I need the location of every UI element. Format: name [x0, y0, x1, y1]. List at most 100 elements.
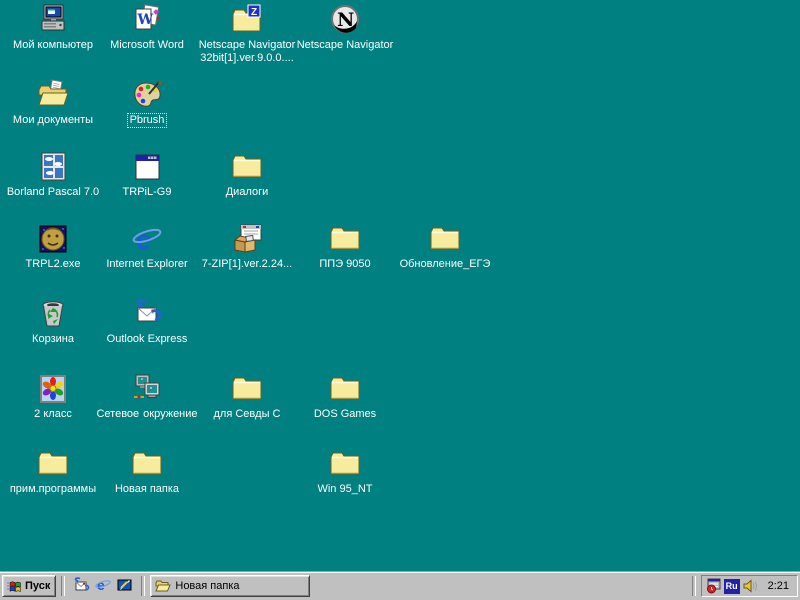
icon-label-line: TRPiL-G9 — [122, 186, 172, 198]
icon-label: Netscape Navigator — [290, 39, 400, 52]
language-indicator[interactable]: Ru — [723, 578, 740, 594]
icon-label-line: Обновление_ЕГЭ — [399, 258, 491, 270]
icon-label-line: Мой компьютер — [12, 39, 94, 51]
desktop-icon-win95-nt[interactable]: Win 95_NT — [290, 448, 400, 496]
icon-label-line: Microsoft Word — [110, 39, 184, 51]
icon-label-line: 7-ZIP[1].ver.2.24... — [201, 258, 293, 270]
folder-icon — [329, 373, 361, 405]
show-desktop-button[interactable] — [114, 575, 136, 597]
folder-docs-icon — [37, 79, 69, 111]
desktop-icon-microsoft-word[interactable]: W Microsoft Word — [92, 4, 202, 52]
icon-label-line: 32bit[1].ver.9.0.0.... — [200, 52, 294, 64]
folder-icon — [37, 448, 69, 480]
icon-label-line: Win 95_NT — [317, 483, 373, 495]
app-window-icon — [131, 151, 163, 183]
computer-icon — [37, 4, 69, 36]
folder-icon — [231, 151, 263, 183]
desktop-icon-dlya-sevdy[interactable]: для Севды С — [192, 373, 302, 421]
icon-label: Internet Explorer — [92, 258, 202, 271]
folder-icon — [231, 373, 263, 405]
icon-label-line: Диалоги — [225, 186, 269, 198]
icon-label-line: Outlook Express — [106, 333, 188, 345]
icon-label: Диалоги — [192, 186, 302, 199]
icon-label-line: Pbrush — [126, 113, 168, 128]
desktop-icon-internet-explorer[interactable]: e Internet Explorer — [92, 223, 202, 271]
shortcut-arrow-icon — [37, 394, 48, 405]
shortcut-arrow-icon — [329, 25, 340, 36]
taskbar-separator — [691, 576, 696, 596]
desktop-icon-obnovlenie-ege[interactable]: Обновление_ЕГЭ — [390, 223, 500, 271]
recycle-icon — [37, 298, 69, 330]
taskbar-separator — [61, 576, 66, 596]
desktop-icon-netscape-folder[interactable]: Z Netscape Navigator32bit[1].ver.9.0.0...… — [192, 4, 302, 65]
trpl-icon — [37, 223, 69, 255]
task-scheduler-icon[interactable] — [706, 578, 722, 594]
icon-label: для Севды С — [192, 408, 302, 421]
outlook-icon — [131, 298, 163, 330]
icon-label-line: окружение — [143, 408, 198, 420]
task-button-novaya-papka[interactable]: Новая папка — [150, 575, 311, 597]
icon-label-line: для Севды С — [213, 408, 281, 420]
flower-icon — [37, 373, 69, 405]
ql-desktop-icon — [117, 577, 133, 596]
open-folder-icon — [155, 578, 172, 594]
icon-label-line: Netscape Navigator — [198, 39, 296, 51]
icon-label-line: Новая папка — [114, 483, 180, 495]
desktop-icon-pbrush[interactable]: Pbrush — [92, 79, 202, 128]
launch-internet-explorer-button[interactable]: e — [92, 575, 114, 597]
launch-outlook-express-button[interactable] — [70, 575, 92, 597]
icon-label-line: Сетевое — [96, 408, 140, 420]
desktop-icon-dialogi[interactable]: Диалоги — [192, 151, 302, 199]
folder-icon — [329, 448, 361, 480]
icon-label-line: Netscape Navigator — [296, 39, 394, 51]
volume-icon[interactable] — [742, 578, 758, 594]
desktop-icon-outlook-express[interactable]: Outlook Express — [92, 298, 202, 346]
word-icon: W — [131, 4, 163, 36]
icon-label: Обновление_ЕГЭ — [390, 258, 500, 271]
icon-label-line: ППЭ 9050 — [319, 258, 371, 270]
desktop-icon-seven-zip[interactable]: 7-ZIP[1].ver.2.24... — [192, 223, 302, 271]
shortcut-arrow-icon — [37, 244, 48, 255]
taskbar: Пуск e Новая папка Ru 2:21 — [0, 572, 800, 600]
icon-label-line: Borland Pascal 7.0 — [6, 186, 100, 198]
desktop-icon-novaya-papka[interactable]: Новая папка — [92, 448, 202, 496]
icon-label: Новая папка — [92, 483, 202, 496]
icon-label: Pbrush — [92, 113, 202, 128]
start-button-label: Пуск — [25, 580, 51, 592]
icon-label: Сетевое окружение — [92, 408, 202, 421]
icon-label: ППЭ 9050 — [290, 258, 400, 271]
svg-text:e: e — [97, 577, 105, 593]
icon-label-line: Internet Explorer — [106, 258, 188, 270]
icon-label-line: DOS Games — [313, 408, 377, 420]
folder-icon — [329, 223, 361, 255]
svg-text:Z: Z — [251, 7, 257, 18]
desktop-icon-network-neighborhood[interactable]: Сетевое окружение — [92, 373, 202, 421]
clock: 2:21 — [767, 580, 789, 592]
network-icon — [131, 373, 163, 405]
shortcut-arrow-icon — [131, 172, 142, 183]
ie-icon: e — [131, 223, 163, 255]
icon-label: Netscape Navigator32bit[1].ver.9.0.0.... — [192, 39, 302, 65]
shortcut-arrow-icon — [131, 100, 142, 111]
folder-z-icon: Z — [231, 4, 263, 36]
desktop-icon-trpil-g9[interactable]: TRPiL-G9 — [92, 151, 202, 199]
icon-label: Win 95_NT — [290, 483, 400, 496]
icon-label-line: TRPL2.exe — [25, 258, 81, 270]
icon-label: Microsoft Word — [92, 39, 202, 52]
start-button[interactable]: Пуск — [2, 575, 57, 597]
quick-launch-bar: e — [70, 575, 136, 597]
folder-icon — [429, 223, 461, 255]
desktop-icon-dos-games[interactable]: DOS Games — [290, 373, 400, 421]
installer-icon — [231, 223, 263, 255]
icon-label-line: прим.программы — [9, 483, 97, 495]
icon-label-line: Корзина — [32, 333, 74, 345]
desktop-icon-ppe-9050[interactable]: ППЭ 9050 — [290, 223, 400, 271]
system-tray: Ru 2:21 — [700, 575, 798, 597]
palette-icon — [131, 79, 163, 111]
ql-ie-icon: e — [95, 577, 112, 596]
windows-logo-icon — [6, 578, 22, 594]
desktop-icon-netscape-navigator[interactable]: N Netscape Navigator — [290, 4, 400, 52]
icon-label-line: 2 класс — [34, 408, 72, 420]
shortcut-arrow-icon — [131, 25, 142, 36]
ql-outlook-icon — [73, 576, 90, 596]
